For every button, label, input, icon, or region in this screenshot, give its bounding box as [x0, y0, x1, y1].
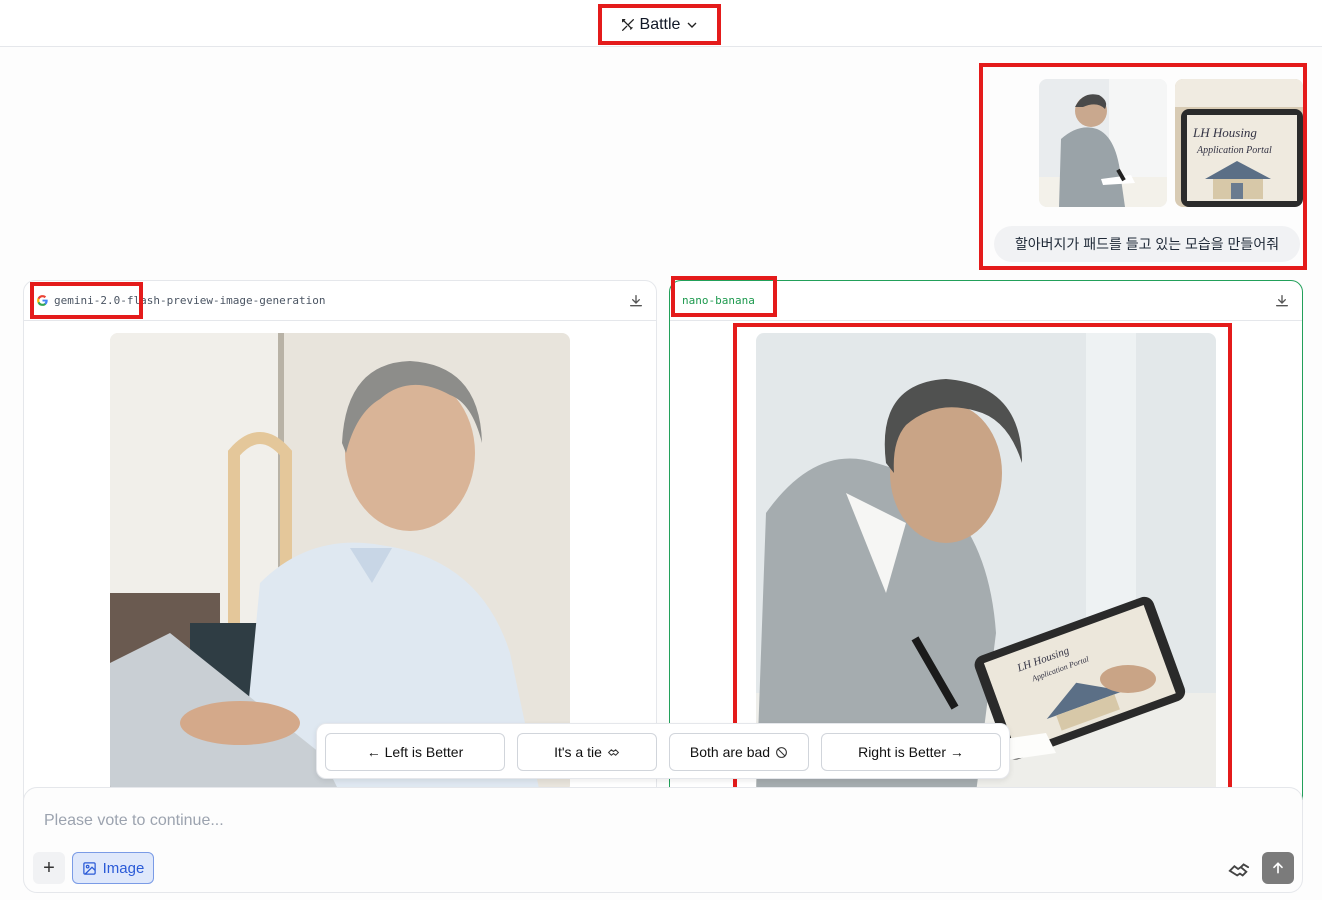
right-is-better-button[interactable]: Right is Better →	[821, 733, 1001, 771]
message-composer: Please vote to continue... + Image	[23, 787, 1303, 893]
right-response-panel: nano-banana LH Housing Application Porta…	[669, 280, 1303, 800]
left-response-panel: gemini-2.0-flash-preview-image-generatio…	[23, 280, 657, 800]
image-mode-label: Image	[102, 859, 145, 877]
svg-text:LH Housing: LH Housing	[1192, 125, 1257, 140]
both-bad-label: Both are bad	[689, 744, 771, 760]
download-icon[interactable]	[628, 293, 644, 309]
swords-icon	[621, 19, 634, 31]
image-mode-button[interactable]: Image	[72, 852, 154, 884]
arrow-up-icon	[1273, 862, 1283, 874]
user-message: LH Housing Application Portal 할아버지가 패드를 …	[982, 66, 1304, 268]
image-icon	[82, 861, 96, 875]
both-bad-button[interactable]: Both are bad	[669, 733, 809, 771]
google-logo-icon	[37, 295, 48, 306]
vote-bar: ← Left is Better It's a tie Both are bad…	[316, 723, 1010, 779]
left-is-better-button[interactable]: ← Left is Better	[325, 733, 505, 771]
tie-label: It's a tie	[554, 744, 602, 760]
attachment-thumbnail-2[interactable]: LH Housing Application Portal	[1175, 79, 1303, 207]
download-icon[interactable]	[1274, 293, 1290, 309]
attachment-image-2: LH Housing Application Portal	[1175, 79, 1303, 207]
composer-input[interactable]: Please vote to continue...	[44, 812, 224, 830]
ban-icon	[776, 746, 787, 758]
svg-text:Application Portal: Application Portal	[1196, 145, 1272, 156]
tie-button[interactable]: It's a tie	[517, 733, 657, 771]
send-button[interactable]	[1262, 852, 1294, 884]
chevron-down-icon	[687, 22, 697, 28]
add-attachment-button[interactable]: +	[33, 852, 65, 884]
top-bar: Battle	[0, 0, 1322, 47]
mode-label: Battle	[639, 16, 681, 33]
prompt-bubble: 할아버지가 패드를 들고 있는 모습을 만들어줘	[994, 226, 1300, 262]
left-model-label: gemini-2.0-flash-preview-image-generatio…	[36, 294, 326, 307]
mode-selector-button[interactable]: Battle	[600, 6, 720, 44]
attachment-image-1	[1039, 79, 1167, 207]
right-panel-header: nano-banana	[670, 281, 1302, 321]
handshake-icon	[607, 748, 620, 756]
handshake-icon[interactable]	[1228, 858, 1250, 880]
left-panel-header: gemini-2.0-flash-preview-image-generatio…	[24, 281, 656, 321]
left-is-better-label: ← Left is Better	[366, 744, 464, 760]
right-model-label: nano-banana	[682, 294, 755, 307]
left-model-name: gemini-2.0-flash-preview-image-generatio…	[54, 294, 326, 307]
right-is-better-label: Right is Better →	[858, 744, 964, 760]
attachment-thumbnail-1[interactable]	[1039, 79, 1167, 207]
